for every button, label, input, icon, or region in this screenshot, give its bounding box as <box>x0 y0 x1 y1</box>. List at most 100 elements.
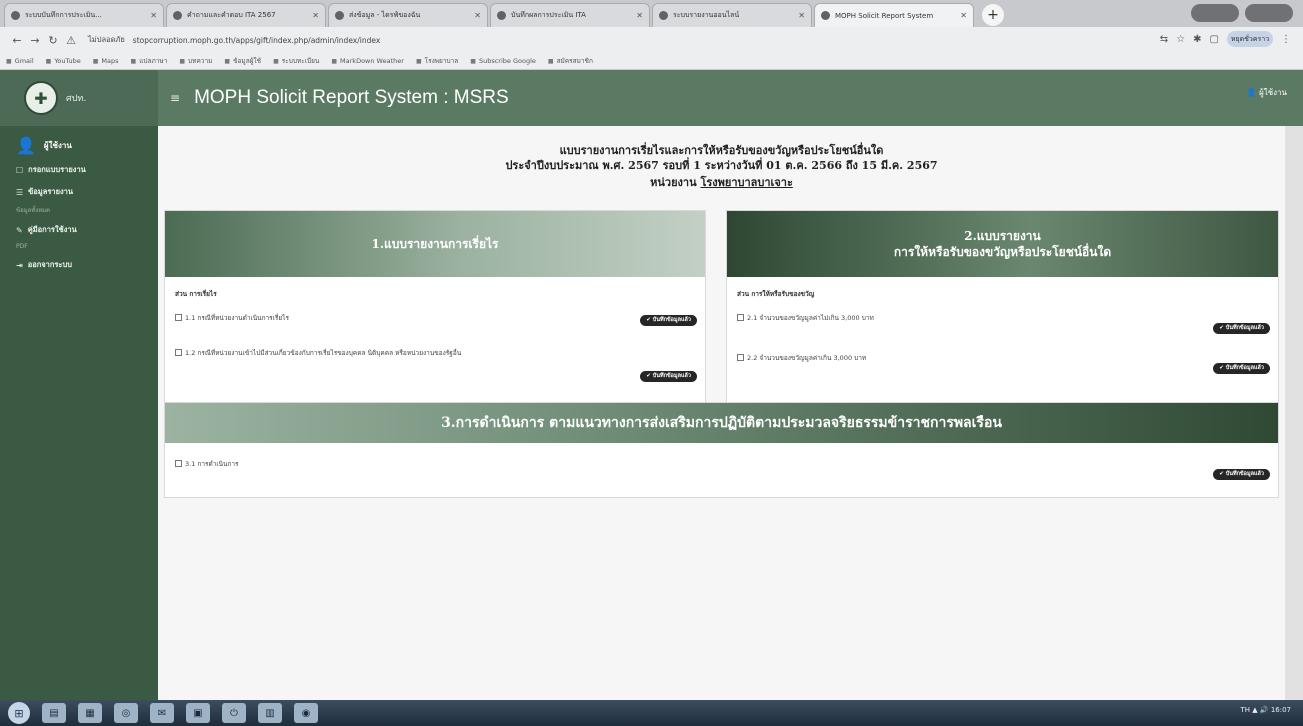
sidebar-item-logout[interactable]: ⇥ ออกจากระบบ <box>0 254 158 276</box>
bookmark-item[interactable]: สมัครสมาชิก <box>548 56 593 66</box>
saved-status-button[interactable]: ✔ บันทึกข้อมูลแล้ว <box>640 371 697 382</box>
bookmark-item[interactable]: YouTube <box>46 57 80 65</box>
window-control[interactable] <box>1245 4 1293 22</box>
screen: ระบบบันทึกการประเมิน... ✕ คำถามและคำตอบ I… <box>0 0 1303 726</box>
browser-tab[interactable]: ระบบบันทึกการประเมิน... ✕ <box>4 3 164 27</box>
taskbar-app-icon[interactable]: ◉ <box>294 703 318 723</box>
checkbox[interactable] <box>175 460 182 467</box>
sidebar-item-label: กรอกแบบรายงาน <box>28 165 86 174</box>
close-icon[interactable]: ✕ <box>798 11 805 20</box>
section-subheading: ส่วน การให้หรือรับของขวัญ <box>737 290 815 298</box>
saved-status-button[interactable]: ✔ บันทึกข้อมูลแล้ว <box>1213 469 1270 480</box>
bookmark-item[interactable]: MarkDown Weather <box>331 57 404 65</box>
forward-icon[interactable]: → <box>26 34 44 47</box>
sidebar-subitem[interactable]: ข้อมูลทั้งหมด <box>0 203 158 219</box>
close-icon[interactable]: ✕ <box>960 11 967 20</box>
address-bar: ← → ↻ ⚠ ไม่ปลอดภัย stopcorruption.moph.g… <box>0 27 1303 53</box>
start-button[interactable]: ⊞ <box>8 702 30 724</box>
close-icon[interactable]: ✕ <box>150 11 157 20</box>
report-title: แบบรายงานการเรี่ยไรและการให้หรือรับของขว… <box>559 144 884 157</box>
browser-tab-bar: ระบบบันทึกการประเมิน... ✕ คำถามและคำตอบ I… <box>0 0 1303 27</box>
back-icon[interactable]: ← <box>8 34 26 47</box>
extension-icon[interactable]: ✱ <box>1193 34 1201 45</box>
favicon-icon <box>821 11 830 20</box>
checkbox[interactable] <box>175 349 182 356</box>
bookmark-item[interactable]: บทความ <box>179 56 212 66</box>
menu-icon[interactable]: ⋮ <box>1281 34 1291 45</box>
window-control[interactable] <box>1191 4 1239 22</box>
unit-name: โรงพยาบาลบาเจาะ <box>700 176 793 189</box>
sidebar-user: 👤 ผู้ใช้งาน <box>0 126 158 159</box>
brand: ✚ ศปท. <box>0 70 158 126</box>
star-icon[interactable]: ☆ <box>1176 34 1185 45</box>
taskbar-app-icon[interactable]: ✉ <box>150 703 174 723</box>
saved-status-label: บันทึกข้อมูลแล้ว <box>652 317 691 323</box>
bookmark-item[interactable]: Subscribe Google <box>470 57 536 65</box>
solicit-report-card: 1.แบบรายงานการเรี่ยไร ส่วน การเรี่ยไร 1.… <box>164 210 706 416</box>
warning-icon[interactable]: ⚠ <box>62 34 80 47</box>
sidebar-item-form[interactable]: ☐ กรอกแบบรายงาน <box>0 159 158 181</box>
sidebar-item-manual[interactable]: ✎ คู่มือการใช้งาน <box>0 219 158 241</box>
manual-icon: ✎ <box>16 225 23 235</box>
browser-tab[interactable]: ระบบรายงานออนไลน์ ✕ <box>652 3 812 27</box>
bookmark-item[interactable]: โรงพยาบาล <box>416 56 459 66</box>
tab-label: ระบบบันทึกการประเมิน... <box>25 11 102 19</box>
browser-tab[interactable]: คำถามและคำตอบ ITA 2567 ✕ <box>166 3 326 27</box>
taskbar-app-icon[interactable]: ▥ <box>258 703 282 723</box>
favicon-icon <box>11 11 20 20</box>
top-user-name: ผู้ใช้งาน <box>1259 88 1287 97</box>
unit-label: หน่วยงาน <box>650 176 697 189</box>
new-tab-button[interactable]: + <box>982 4 1004 26</box>
report-row: 1.1 กรณีที่หน่วยงานดำเนินการเรี่ยไร ✔ บั… <box>165 299 705 339</box>
checkbox[interactable] <box>737 314 744 321</box>
ethics-report-card: 3.การดำเนินการ ตามแนวทางการส่งเสริมการปฏ… <box>164 402 1279 498</box>
system-tray[interactable]: TH ▲ 🔊 16:07 <box>1241 706 1292 714</box>
taskbar-app-icon[interactable]: ▣ <box>186 703 210 723</box>
close-icon[interactable]: ✕ <box>312 11 319 20</box>
bookmark-item[interactable]: แปลภาษา <box>131 56 167 66</box>
browser-tab[interactable]: ส่งข้อมูล - ไดรฟ์ของฉัน ✕ <box>328 3 488 27</box>
checkbox[interactable] <box>175 314 182 321</box>
checkbox[interactable] <box>737 354 744 361</box>
saved-status-label: บันทึกข้อมูลแล้ว <box>1225 325 1264 331</box>
solicit-report-title: 1.แบบรายงานการเรี่ยไร <box>371 237 499 251</box>
saved-status-button[interactable]: ✔ บันทึกข้อมูลแล้ว <box>1213 323 1270 334</box>
url-field[interactable]: stopcorruption.moph.go.th/apps/gift/inde… <box>133 36 381 45</box>
row-text: 2.1 จำนวนของขวัญมูลค่าไม่เกิน 3,000 บาท <box>747 314 874 322</box>
sidebar-subitem[interactable]: PDF <box>0 241 158 254</box>
sidepanel-icon[interactable]: ▢ <box>1210 34 1219 45</box>
sidebar-item-report-data[interactable]: ☰ ข้อมูลรายงาน <box>0 181 158 203</box>
profile-button[interactable]: หยุดชั่วคราว <box>1227 31 1273 47</box>
gift-report-card: 2.แบบรายงาน การให้หรือรับของขวัญหรือประโ… <box>726 210 1279 416</box>
bookmark-item[interactable]: Gmail <box>6 57 34 65</box>
bookmark-item[interactable]: ข้อมูลผู้ใช้ <box>224 56 261 66</box>
bookmarks-bar: Gmail YouTube Maps แปลภาษา บทความ ข้อมูล… <box>0 53 1303 70</box>
favicon-icon <box>173 11 182 20</box>
sidebar-item-label: ข้อมูลรายงาน <box>28 187 73 196</box>
sidebar-item-label: คู่มือการใช้งาน <box>27 225 77 234</box>
browser-tab-active[interactable]: MOPH Solicit Report System ✕ <box>814 3 974 27</box>
saved-status-button[interactable]: ✔ บันทึกข้อมูลแล้ว <box>1213 363 1270 374</box>
scrollbar[interactable] <box>1285 126 1303 700</box>
row-text: 3.1 การดำเนินการ <box>185 460 239 468</box>
reload-icon[interactable]: ↻ <box>44 34 62 47</box>
taskbar-app-icon[interactable]: ⏻ <box>222 703 246 723</box>
tab-label: ส่งข้อมูล - ไดรฟ์ของฉัน <box>349 11 421 19</box>
sidebar-user-name: ผู้ใช้งาน <box>43 141 72 150</box>
browser-tab[interactable]: บันทึกผลการประเมิน ITA ✕ <box>490 3 650 27</box>
bookmark-item[interactable]: Maps <box>93 57 118 65</box>
bookmark-item[interactable]: ระบบทะเบียน <box>273 56 320 66</box>
saved-status-label: บันทึกข้อมูลแล้ว <box>652 373 691 379</box>
close-icon[interactable]: ✕ <box>474 11 481 20</box>
report-row: 3.1 การดำเนินการ ✔ บันทึกข้อมูลแล้ว <box>165 443 1278 483</box>
taskbar-app-icon[interactable]: ◎ <box>114 703 138 723</box>
close-icon[interactable]: ✕ <box>636 11 643 20</box>
row-text: 2.2 จำนวนของขวัญมูลค่าเกิน 3,000 บาท <box>747 354 867 362</box>
taskbar-app-icon[interactable]: ▦ <box>78 703 102 723</box>
translate-icon[interactable]: ⇆ <box>1160 34 1168 45</box>
ethics-report-banner: 3.การดำเนินการ ตามแนวทางการส่งเสริมการปฏ… <box>165 403 1278 443</box>
hamburger-icon[interactable]: ≡ <box>170 91 180 105</box>
top-user-menu[interactable]: 👤 ผู้ใช้งาน <box>1247 86 1287 99</box>
saved-status-button[interactable]: ✔ บันทึกข้อมูลแล้ว <box>640 315 697 326</box>
taskbar-app-icon[interactable]: ▤ <box>42 703 66 723</box>
